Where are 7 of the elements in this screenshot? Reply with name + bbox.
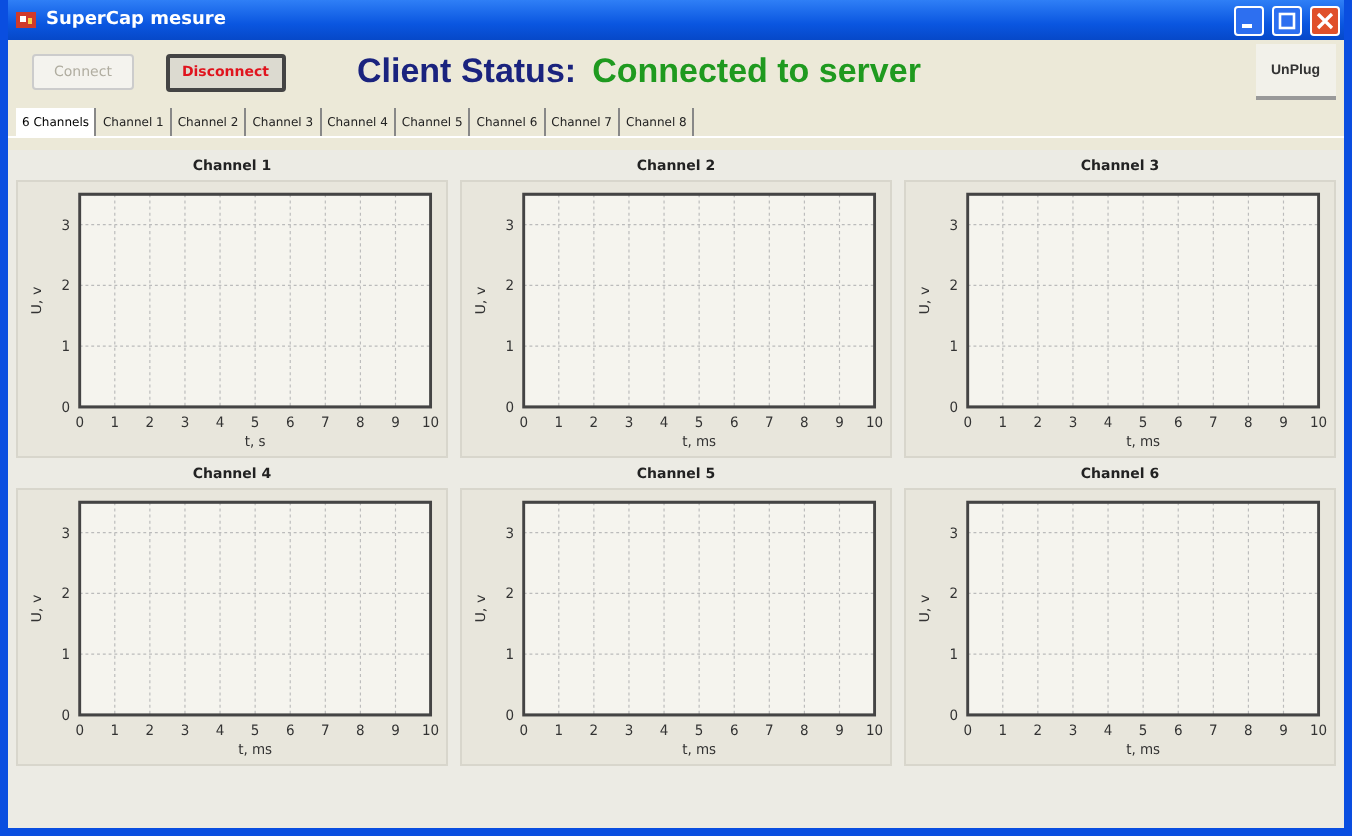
maximize-icon[interactable] bbox=[1272, 5, 1302, 35]
close-icon[interactable] bbox=[1310, 5, 1340, 35]
window-title: SuperCap mesure bbox=[46, 10, 228, 30]
minimize-icon[interactable] bbox=[1234, 5, 1264, 35]
app-icon bbox=[14, 8, 38, 32]
status-value: Connected to server bbox=[592, 52, 921, 92]
status-label: Client Status: bbox=[357, 52, 577, 92]
